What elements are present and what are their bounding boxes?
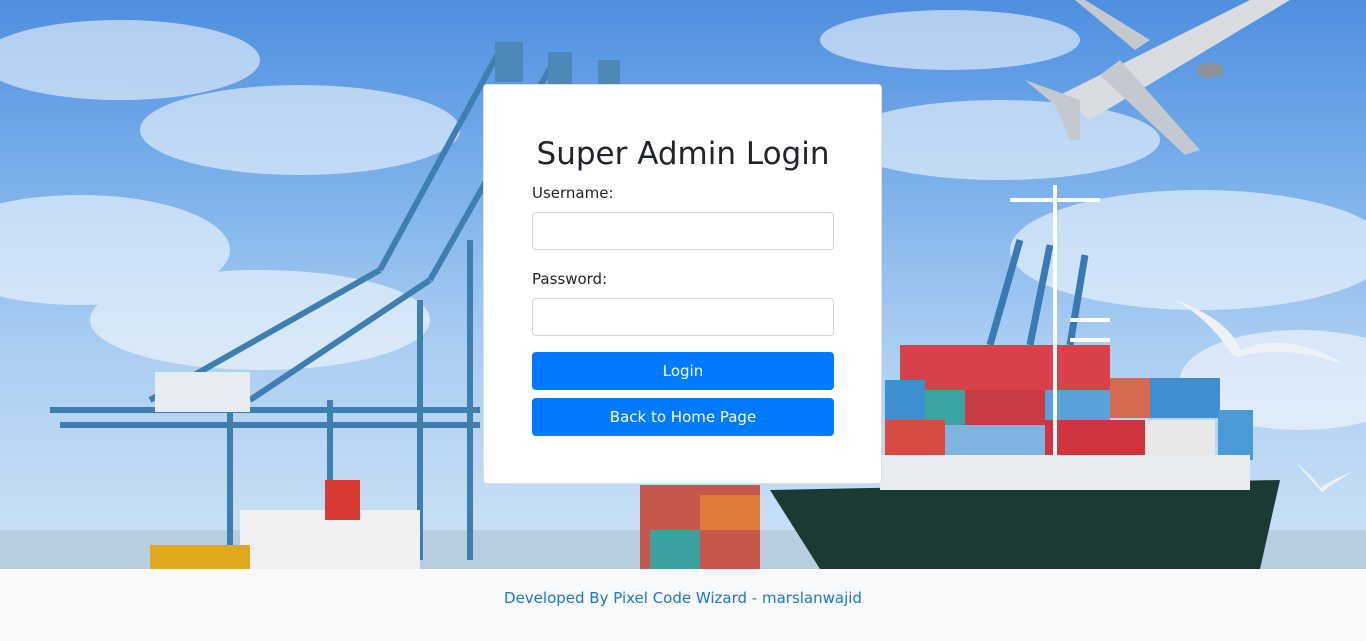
page-title: Super Admin Login	[536, 136, 830, 172]
back-to-home-button[interactable]: Back to Home Page	[532, 398, 834, 436]
password-label: Password:	[532, 270, 608, 288]
footer: Developed By Pixel Code Wizard - marslan…	[0, 569, 1366, 641]
username-label: Username:	[532, 184, 614, 202]
username-input[interactable]	[532, 212, 834, 250]
password-input[interactable]	[532, 298, 834, 336]
footer-credit-link[interactable]: Developed By Pixel Code Wizard - marslan…	[0, 588, 1366, 608]
login-button[interactable]: Login	[532, 352, 834, 390]
